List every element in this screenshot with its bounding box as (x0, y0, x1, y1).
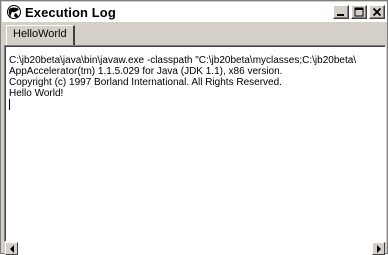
scroll-left-button[interactable] (5, 242, 18, 255)
scrollbar-track[interactable] (18, 242, 372, 255)
tab-bar: HelloWorld (2, 23, 387, 45)
log-line: AppAccelerator(tm) 1.1.5.029 for Java (J… (9, 66, 283, 77)
close-icon (372, 7, 382, 17)
app-icon[interactable] (6, 4, 22, 20)
minimize-button[interactable] (333, 5, 349, 19)
tab-helloworld[interactable]: HelloWorld (6, 25, 75, 45)
window-controls (333, 5, 385, 19)
log-text: C:\jb20beta\java\bin\javaw.exe -classpat… (9, 55, 385, 110)
maximize-button[interactable] (351, 5, 367, 19)
close-button[interactable] (369, 5, 385, 19)
log-line: Copyright (c) 1997 Borland International… (9, 77, 282, 88)
log-line: Hello World! (9, 88, 64, 99)
scroll-left-arrow-icon (10, 245, 14, 253)
scroll-right-arrow-icon (377, 245, 381, 253)
log-output-area[interactable]: C:\jb20beta\java\bin\javaw.exe -classpat… (4, 45, 386, 242)
horizontal-scrollbar[interactable] (5, 242, 385, 255)
tab-label: HelloWorld (13, 28, 67, 40)
log-line: C:\jb20beta\java\bin\javaw.exe -classpat… (9, 55, 357, 66)
scroll-right-button[interactable] (372, 242, 385, 255)
minimize-icon (337, 14, 344, 16)
restore-icon (354, 7, 364, 17)
text-caret (9, 99, 10, 110)
title-bar[interactable]: Execution Log (2, 2, 387, 22)
window-title: Execution Log (25, 4, 116, 20)
execution-log-window: Execution Log HelloWorld C:\jb20beta\jav… (0, 0, 388, 255)
